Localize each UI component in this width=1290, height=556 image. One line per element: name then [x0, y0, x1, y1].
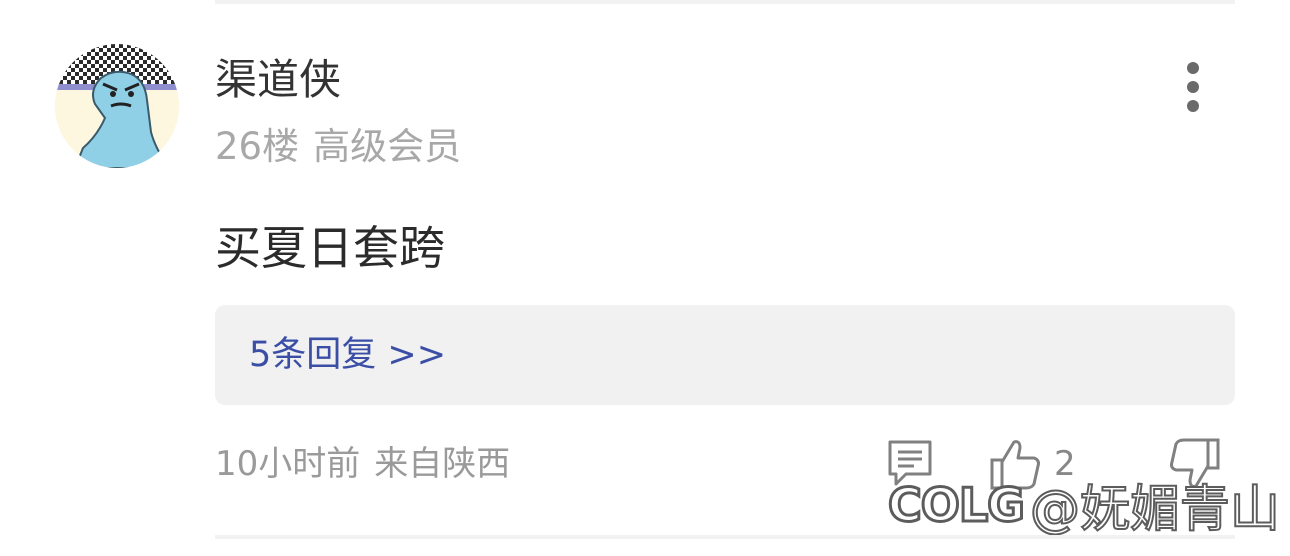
- post-info: 10小时前 来自陕西: [215, 442, 510, 486]
- avatar[interactable]: [55, 44, 179, 168]
- watermark: COLG @妩媚青山: [887, 470, 1281, 540]
- author-meta: 26楼 高级会员: [215, 124, 461, 170]
- top-divider: [215, 0, 1235, 4]
- comment-text: 买夏日套跨: [215, 221, 445, 275]
- more-options-button[interactable]: [1170, 56, 1216, 118]
- replies-box[interactable]: 5条回复 >>: [215, 305, 1235, 405]
- watermark-username: @妩媚青山: [1029, 479, 1281, 539]
- author-name[interactable]: 渠道侠: [215, 54, 341, 106]
- view-replies-link[interactable]: 5条回复 >>: [249, 333, 446, 377]
- location: 来自陕西: [374, 444, 511, 484]
- timestamp: 10小时前: [215, 444, 361, 484]
- watermark-logo: COLG: [887, 477, 1027, 534]
- member-level-badge: 高级会员: [313, 125, 462, 168]
- floor-number: 26楼: [215, 125, 300, 168]
- avatar-image: [55, 44, 179, 168]
- bottom-divider: [215, 535, 1235, 539]
